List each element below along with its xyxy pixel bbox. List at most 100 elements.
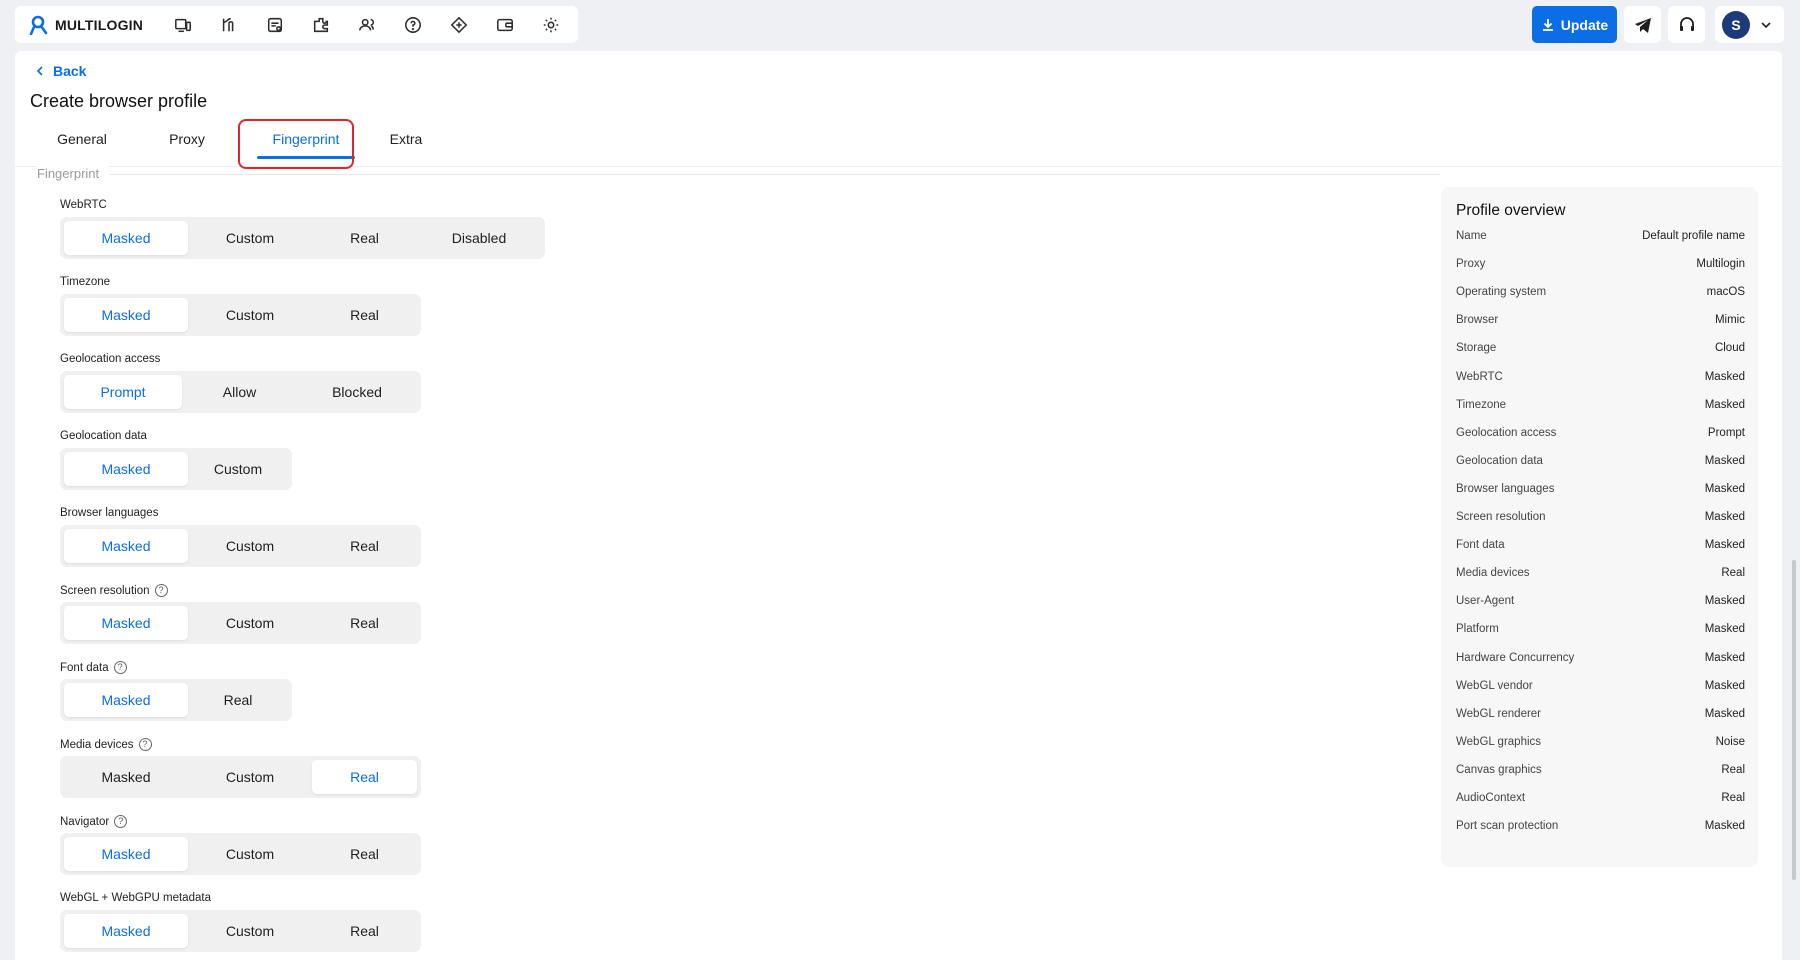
field-label: Navigator? — [60, 815, 128, 828]
overview-label: Geolocation data — [1456, 454, 1543, 467]
help-circle-icon[interactable]: ? — [154, 584, 168, 597]
option-masked[interactable]: Masked — [64, 760, 188, 794]
overview-label: User-Agent — [1456, 595, 1515, 608]
option-blocked[interactable]: Blocked — [297, 375, 417, 409]
automation-icon[interactable] — [219, 15, 239, 35]
api-icon[interactable] — [449, 15, 469, 35]
option-custom[interactable]: Custom — [188, 837, 312, 871]
overview-value: Masked — [1704, 595, 1745, 608]
segmented-control: Masked Custom Real — [60, 756, 421, 798]
top-bar: MULTILOGIN Update S — [0, 0, 1800, 50]
overview-row: AudioContext Real — [1456, 792, 1745, 804]
overview-row: Hardware Concurrency Masked — [1456, 652, 1745, 664]
extensions-icon[interactable] — [311, 15, 331, 35]
option-custom[interactable]: Custom — [188, 529, 312, 563]
option-real[interactable]: Real — [188, 683, 288, 717]
overview-label: Storage — [1456, 342, 1497, 355]
option-masked[interactable]: Masked — [64, 606, 188, 640]
option-custom[interactable]: Custom — [188, 914, 312, 948]
option-real[interactable]: Real — [312, 298, 417, 332]
field-label: Screen resolution? — [60, 584, 168, 597]
segmented-control: Masked Real — [60, 679, 292, 721]
option-masked[interactable]: Masked — [64, 298, 188, 332]
download-icon — [1542, 18, 1553, 31]
page-title: Create browser profile — [30, 91, 208, 111]
main-panel: Back Create browser profile General Prox… — [15, 51, 1782, 960]
overview-label: Operating system — [1456, 286, 1547, 299]
user-menu[interactable]: S — [1715, 6, 1784, 43]
option-masked[interactable]: Masked — [64, 837, 188, 871]
settings-icon[interactable] — [541, 15, 561, 35]
help-icon[interactable] — [403, 15, 423, 35]
option-masked[interactable]: Masked — [64, 452, 188, 486]
overview-row: Port scan protection Masked — [1456, 820, 1745, 832]
overview-value: Masked — [1704, 623, 1745, 636]
support-button[interactable] — [1668, 6, 1705, 43]
multilogin-logo-icon — [29, 15, 48, 35]
chevron-down-icon — [1761, 21, 1771, 28]
overview-value: Mimic — [1714, 314, 1745, 327]
telegram-icon — [1634, 17, 1651, 33]
tab-extra[interactable]: Extra — [366, 119, 446, 159]
scrollbar[interactable] — [1792, 560, 1796, 880]
field-label: Geolocation access — [60, 353, 160, 365]
overview-label: WebGL renderer — [1456, 707, 1542, 720]
option-custom[interactable]: Custom — [188, 760, 312, 794]
overview-value: macOS — [1706, 286, 1745, 299]
option-allow[interactable]: Allow — [182, 375, 297, 409]
overview-value: Masked — [1704, 511, 1745, 523]
field-label: Font data? — [60, 661, 127, 674]
team-icon[interactable] — [265, 15, 285, 35]
option-prompt[interactable]: Prompt — [64, 375, 182, 409]
help-circle-icon[interactable]: ? — [114, 815, 128, 828]
segmented-control: Masked Custom Real — [60, 294, 421, 336]
segmented-control: Masked Custom Real — [60, 525, 421, 567]
overview-value: Multilogin — [1696, 258, 1745, 271]
option-real[interactable]: Real — [312, 606, 417, 640]
overview-row: WebGL graphics Noise — [1456, 736, 1745, 748]
option-masked[interactable]: Masked — [64, 683, 188, 717]
overview-row: Proxy Multilogin — [1456, 258, 1745, 270]
option-real[interactable]: Real — [312, 837, 417, 871]
option-masked[interactable]: Masked — [64, 221, 188, 255]
multilogin-logo[interactable]: MULTILOGIN — [29, 15, 143, 35]
overview-value: Real — [1721, 763, 1745, 776]
tab-general[interactable]: General — [42, 119, 122, 159]
help-circle-icon[interactable]: ? — [138, 738, 152, 751]
field-label: Geolocation data — [60, 430, 147, 442]
overview-label: Browser — [1456, 314, 1499, 327]
overview-row: Canvas graphics Real — [1456, 764, 1745, 776]
option-masked[interactable]: Masked — [64, 529, 188, 563]
help-circle-icon[interactable]: ? — [113, 661, 127, 674]
option-custom[interactable]: Custom — [188, 298, 312, 332]
overview-value: Masked — [1704, 820, 1745, 833]
option-custom[interactable]: Custom — [188, 221, 312, 255]
telegram-button[interactable] — [1624, 6, 1661, 43]
overview-value: Masked — [1704, 398, 1745, 411]
wallet-icon[interactable] — [495, 15, 515, 35]
users-icon[interactable] — [357, 15, 377, 35]
option-real[interactable]: Real — [312, 914, 417, 948]
overview-label: Name — [1456, 230, 1487, 242]
option-real[interactable]: Real — [312, 760, 417, 794]
field-label: WebRTC — [60, 199, 107, 211]
overview-label: Timezone — [1456, 398, 1507, 411]
overview-label: WebGL vendor — [1456, 679, 1533, 692]
overview-label: WebGL graphics — [1456, 735, 1542, 748]
update-button[interactable]: Update — [1532, 6, 1617, 43]
option-disabled[interactable]: Disabled — [417, 221, 541, 255]
tab-fingerprint[interactable]: Fingerprint — [253, 119, 359, 159]
option-real[interactable]: Real — [312, 529, 417, 563]
option-masked[interactable]: Masked — [64, 914, 188, 948]
overview-row: WebGL vendor Masked — [1456, 680, 1745, 692]
back-link[interactable]: Back — [35, 63, 86, 79]
profiles-icon[interactable] — [173, 15, 193, 35]
headset-icon — [1679, 16, 1694, 31]
option-custom[interactable]: Custom — [188, 452, 288, 486]
option-custom[interactable]: Custom — [188, 606, 312, 640]
overview-label: Hardware Concurrency — [1456, 651, 1575, 664]
option-real[interactable]: Real — [312, 221, 417, 255]
segmented-control: Masked Custom Real — [60, 602, 421, 644]
tab-proxy[interactable]: Proxy — [147, 119, 227, 159]
overview-row: Storage Cloud — [1456, 342, 1745, 354]
